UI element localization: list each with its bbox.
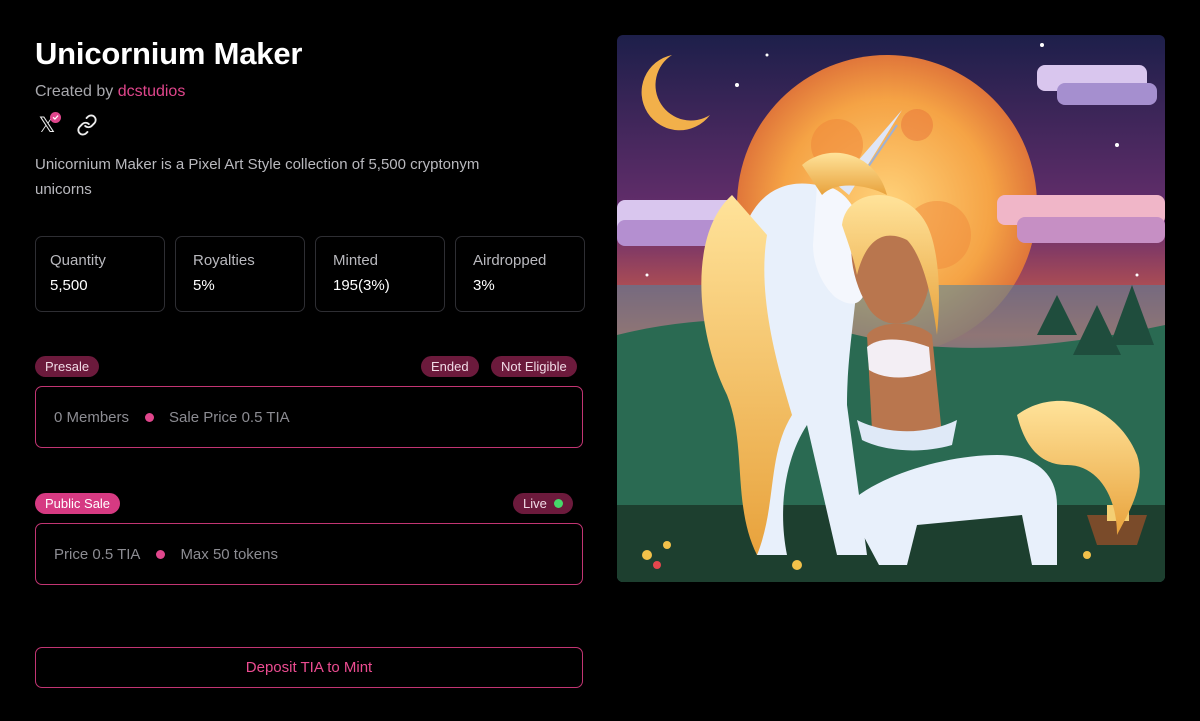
stat-minted: Minted 195(3%) bbox=[315, 236, 445, 312]
creator-line: Created by dcstudios bbox=[35, 83, 185, 101]
stat-value: 3% bbox=[473, 277, 495, 294]
deposit-mint-button[interactable]: Deposit TIA to Mint bbox=[35, 647, 583, 688]
public-sale-label: Public Sale bbox=[35, 493, 121, 514]
collection-description: Unicornium Maker is a Pixel Art Style co… bbox=[35, 156, 480, 198]
verified-badge-icon bbox=[50, 112, 61, 123]
artwork-illustration bbox=[617, 35, 1165, 582]
stat-label: Royalties bbox=[193, 252, 255, 269]
public-sale-price: Price 0.5 TIA bbox=[54, 545, 141, 563]
stat-label: Quantity bbox=[50, 252, 106, 269]
x-logo-icon[interactable]: 𝕏 bbox=[35, 112, 61, 137]
live-indicator-dot bbox=[553, 499, 563, 508]
stat-value: 5,500 bbox=[50, 277, 88, 294]
link-icon[interactable] bbox=[75, 113, 99, 137]
collection-title: Unicornium Maker bbox=[35, 36, 303, 71]
public-sale-max: Max 50 tokens bbox=[180, 545, 278, 563]
stat-quantity: Quantity 5,500 bbox=[35, 236, 165, 312]
created-by-label: Created by bbox=[35, 83, 114, 100]
presale-card: 0 Members Sale Price 0.5 TIA bbox=[35, 386, 583, 448]
separator-dot bbox=[156, 549, 166, 559]
presale-ended-badge: Ended bbox=[421, 356, 479, 377]
collection-artwork bbox=[617, 35, 1165, 582]
public-sale-card: Price 0.5 TIA Max 50 tokens bbox=[35, 523, 583, 585]
presale-members: 0 Members bbox=[54, 408, 130, 426]
stat-airdropped: Airdropped 3% bbox=[455, 236, 585, 312]
live-status-badge: Live bbox=[513, 493, 573, 514]
presale-eligibility-badge: Not Eligible bbox=[491, 356, 577, 377]
social-links: 𝕏 bbox=[35, 112, 99, 137]
stat-value: 195(3%) bbox=[333, 277, 390, 294]
presale-label: Presale bbox=[35, 356, 100, 377]
stat-label: Airdropped bbox=[473, 252, 547, 269]
stat-royalties: Royalties 5% bbox=[175, 236, 305, 312]
creator-link[interactable]: dcstudios bbox=[118, 83, 186, 100]
live-status-text: Live bbox=[523, 496, 547, 511]
presale-price: Sale Price 0.5 TIA bbox=[169, 408, 290, 426]
stat-label: Minted bbox=[333, 252, 379, 269]
stats-row: Quantity 5,500 Royalties 5% Minted 195(3… bbox=[35, 236, 585, 312]
stat-value: 5% bbox=[193, 277, 215, 294]
separator-dot bbox=[145, 412, 155, 422]
